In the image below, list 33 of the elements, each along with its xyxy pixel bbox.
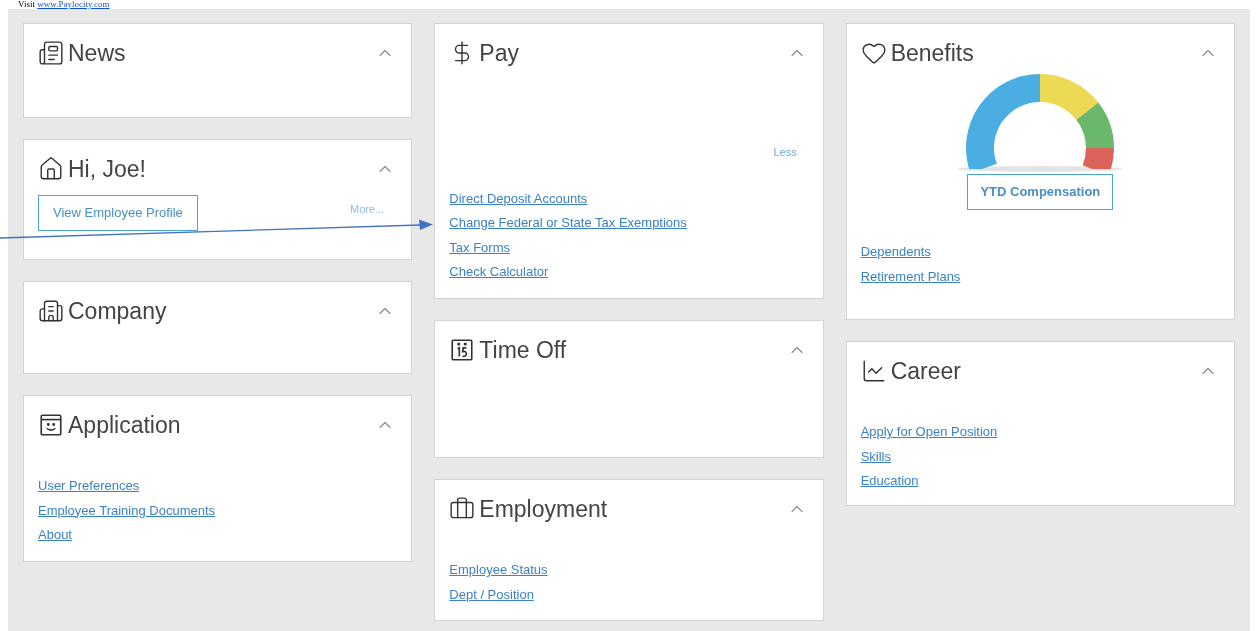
compensation-button[interactable]: YTD Compensation	[967, 174, 1114, 210]
profile-button[interactable]: View Employee Profile	[38, 195, 198, 231]
newspaper-icon	[38, 40, 64, 66]
card-title: Pay	[479, 39, 519, 68]
card-link[interactable]: Dept / Position	[449, 582, 534, 607]
card-title: Benefits	[890, 39, 974, 68]
card-title: Company	[68, 297, 167, 326]
card-link[interactable]: Employee Training Documents	[38, 498, 216, 523]
card-link[interactable]: Change Federal or State Tax Exemptions	[449, 211, 687, 236]
card-link[interactable]: Tax Forms	[449, 235, 510, 260]
building-icon	[38, 298, 64, 324]
card-link[interactable]: Check Calculator	[449, 260, 549, 285]
card-link[interactable]: Dependents	[860, 240, 931, 265]
visit-note: Visit www.Paylocity.com	[18, 0, 110, 9]
calendar-icon	[449, 337, 476, 363]
card-title: Hi, Joe!	[68, 155, 146, 184]
card-link[interactable]: About	[38, 523, 72, 548]
card-link[interactable]: Apply for Open Position	[860, 420, 998, 445]
card-link[interactable]: Direct Deposit Accounts	[449, 186, 588, 211]
card-title: Employment	[479, 495, 608, 524]
card-link[interactable]: Education	[860, 469, 919, 494]
card-title: Application	[68, 411, 181, 440]
less-link[interactable]: Less	[773, 144, 797, 161]
card-link[interactable]: User Preferences	[38, 474, 140, 499]
card-title: News	[68, 39, 126, 68]
house-icon	[38, 156, 64, 182]
card-link[interactable]: Employee Status	[449, 558, 548, 583]
card-link[interactable]: Retirement Plans	[860, 264, 961, 289]
window-smiley-icon	[38, 412, 64, 438]
card-link[interactable]: Skills	[860, 444, 891, 469]
card-title: Time Off	[479, 336, 567, 365]
card-title: Career	[890, 357, 961, 386]
website-link[interactable]: www.Paylocity.com	[37, 0, 110, 9]
